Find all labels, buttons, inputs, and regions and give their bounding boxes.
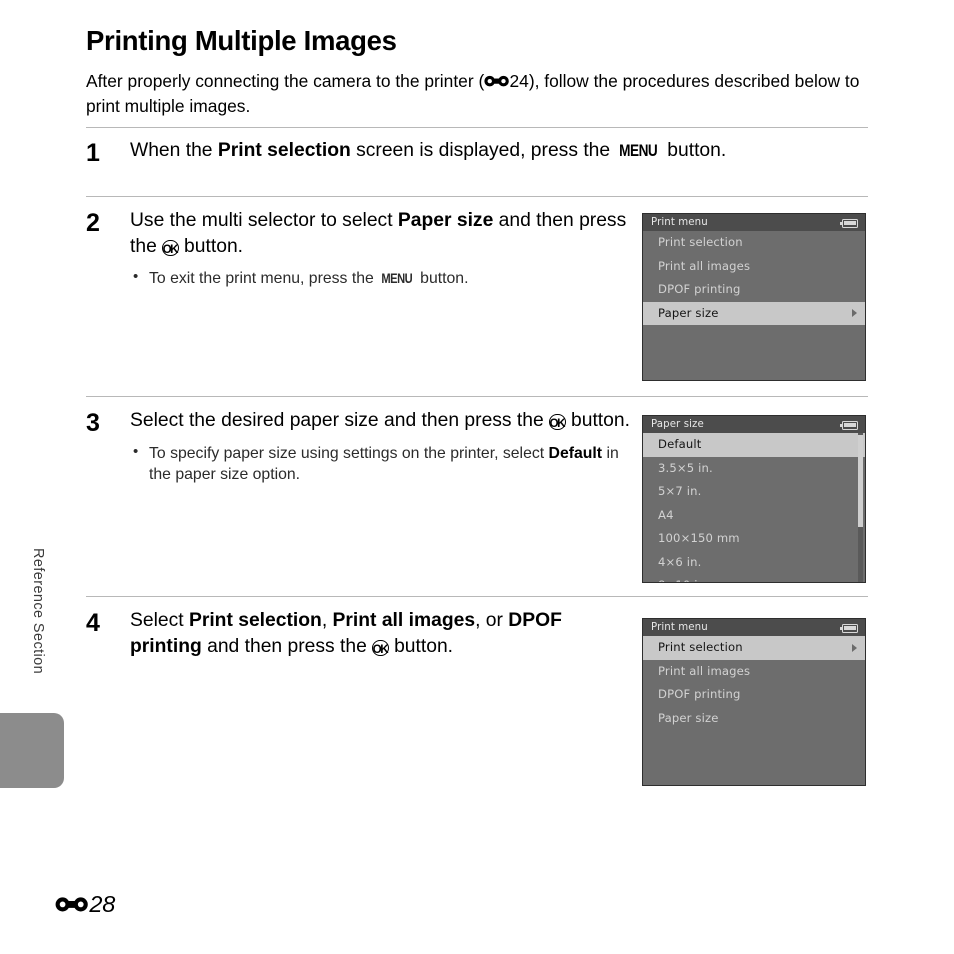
- lcd-menu-item-label: 100×150 mm: [658, 531, 740, 545]
- lcd-menu-item[interactable]: Print all images: [643, 255, 865, 279]
- lcd-menu-item-selected[interactable]: Default: [643, 433, 865, 457]
- emphasized-term: Default: [548, 444, 603, 462]
- lcd-menu-item[interactable]: Print all images: [643, 660, 865, 684]
- section-thumb-tab: [0, 713, 64, 788]
- lcd-menu-item[interactable]: 8×10 in.: [643, 574, 865, 582]
- lcd-title-text: Print menu: [651, 622, 708, 633]
- lcd-menu-item[interactable]: DPOF printing: [643, 278, 865, 302]
- ok-button-icon: OK: [549, 413, 566, 431]
- lcd-menu-item[interactable]: 5×7 in.: [643, 480, 865, 504]
- step-bullet-list: To exit the print menu, press the MENU b…: [130, 267, 635, 289]
- section-divider: [86, 596, 868, 597]
- emphasized-term: Print selection: [217, 140, 351, 161]
- section-divider: [86, 196, 868, 197]
- step-text: Use the multi selector to select Paper s…: [130, 206, 635, 290]
- page-content: Printing Multiple Images After properly …: [86, 0, 876, 118]
- section-divider: [86, 396, 868, 397]
- lcd-menu-list: Print selection Print all images DPOF prin…: [643, 636, 865, 730]
- lcd-title-bar: Paper size: [643, 416, 865, 433]
- lcd-menu-item-label: 3.5×5 in.: [658, 460, 713, 475]
- battery-full-icon: [839, 218, 858, 228]
- lcd-menu-item[interactable]: Print selection: [643, 231, 865, 255]
- lcd-menu-item-label: Print all images: [658, 663, 751, 678]
- lcd-title-bar: Print menu: [643, 214, 865, 231]
- step-number: 3: [86, 409, 100, 437]
- step-1: 1 When the Print selection screen is disp…: [86, 136, 868, 169]
- step-bullet-item: To exit the print menu, press the MENU b…: [130, 267, 635, 289]
- lcd-menu-item-label: A4: [658, 507, 674, 522]
- chevron-right-icon: [852, 309, 857, 318]
- lcd-menu-item-label: DPOF printing: [658, 687, 741, 701]
- ok-button-icon: OK: [162, 239, 179, 257]
- lcd-menu-item-label: DPOF printing: [658, 282, 741, 296]
- step-number: 2: [86, 209, 100, 237]
- lcd-menu-item[interactable]: 3.5×5 in.: [643, 457, 865, 481]
- lcd-menu-item-selected[interactable]: Paper size: [643, 301, 865, 325]
- step-number: 1: [86, 139, 100, 167]
- reference-section-label-text: Reference Section: [30, 548, 46, 675]
- reference-mark-icon: [55, 895, 88, 914]
- intro-paragraph: After properly connecting the camera to …: [86, 71, 860, 116]
- camera-lcd-screen: Print menu Print selection Print all image…: [642, 213, 866, 381]
- lcd-menu-item-label: Paper size: [658, 710, 719, 725]
- page-number: 28: [89, 891, 116, 917]
- reference-section-label: Reference Section: [26, 548, 50, 708]
- lcd-menu-item[interactable]: 4×6 in.: [643, 551, 865, 575]
- step-bullet-list: To specify paper size using settings on …: [130, 442, 635, 486]
- lcd-menu-item-label: Print all images: [658, 258, 751, 273]
- step-bullet-item: To specify paper size using settings on …: [130, 442, 635, 486]
- lcd-title-text: Print menu: [651, 217, 708, 228]
- menu-button-icon: MENU: [381, 271, 413, 287]
- camera-lcd-screen: Print menu Print selection Print all image…: [642, 618, 866, 786]
- step-text: Select the desired paper size and then p…: [130, 406, 635, 486]
- lcd-menu-item-label: 5×7 in.: [658, 484, 702, 498]
- battery-full-icon: [839, 420, 858, 430]
- chevron-right-icon: [852, 643, 857, 652]
- lcd-menu-list: Default 3.5×5 in. 5×7 in. A4 100×150 mm 4×6 i…: [643, 433, 865, 582]
- lcd-menu-item-selected[interactable]: Print selection: [643, 636, 865, 660]
- lcd-menu-item[interactable]: 100×150 mm: [643, 527, 865, 551]
- lcd-title-bar: Print menu: [643, 619, 865, 636]
- page-title: Printing Multiple Images: [86, 25, 397, 56]
- battery-full-icon: [839, 623, 858, 633]
- step-text: When the Print selection screen is displ…: [130, 140, 727, 161]
- lcd-title-text: Paper size: [651, 419, 704, 430]
- lcd-menu-item[interactable]: Paper size: [643, 707, 865, 731]
- lcd-menu-item-label: Default: [658, 437, 702, 451]
- menu-button-icon: MENU: [619, 141, 659, 160]
- lcd-menu-item-label: 4×6 in.: [658, 554, 702, 569]
- lcd-menu-item-label: Print selection: [658, 235, 743, 249]
- lcd-menu-item[interactable]: DPOF printing: [643, 683, 865, 707]
- section-divider: [86, 127, 868, 128]
- lcd-menu-item[interactable]: A4: [643, 504, 865, 528]
- lcd-menu-item-label: Print selection: [658, 640, 743, 654]
- lcd-menu-list: Print selection Print all images DPOF prin…: [643, 231, 865, 325]
- ok-button-icon: OK: [372, 639, 389, 657]
- step-text: Select Print selection, Print all images…: [130, 610, 562, 657]
- emphasized-term: Print all images: [332, 610, 476, 631]
- step-number: 4: [86, 609, 100, 637]
- lcd-menu-item-label: Paper size: [658, 305, 719, 320]
- emphasized-term: Print selection: [188, 610, 322, 631]
- page-footer: 28: [55, 891, 115, 918]
- camera-lcd-screen: Paper size Default 3.5×5 in. 5×7 in. A4 100×1…: [642, 415, 866, 583]
- lcd-scrollbar-thumb[interactable]: [858, 435, 863, 527]
- reference-mark-icon: [484, 74, 510, 88]
- emphasized-term: Paper size: [397, 210, 494, 231]
- lcd-menu-item-label: 8×10 in.: [658, 578, 709, 582]
